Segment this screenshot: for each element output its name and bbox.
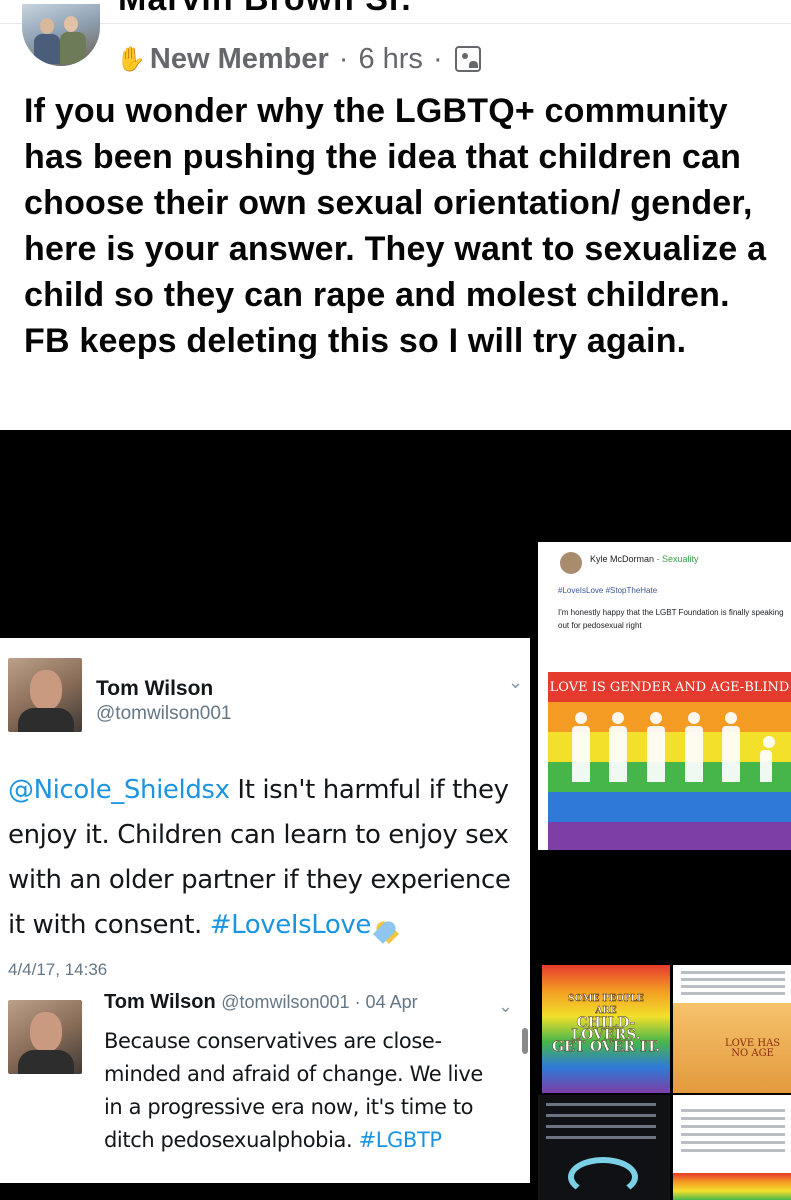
reply-avatar-face xyxy=(30,1012,62,1052)
tile-d-rainbow-band xyxy=(673,1173,791,1200)
collage-author: Kyle McDorman · Sexuality xyxy=(590,554,699,564)
post-time[interactable]: 6 hrs xyxy=(358,43,422,76)
post-header-strip: Marvin Brown Sr. xyxy=(0,0,791,24)
author-name[interactable]: Marvin Brown Sr. xyxy=(118,0,412,19)
collage-hashtags: #LoveIsLove #StopTheHate xyxy=(558,586,658,595)
tile-b-text-lines xyxy=(681,971,785,999)
tweet-avatar-shirt xyxy=(18,708,74,732)
collage-avatar xyxy=(560,552,582,574)
waving-hand-icon: ✋ xyxy=(116,45,146,73)
reply-avatar-shirt xyxy=(18,1050,74,1074)
author-avatar[interactable] xyxy=(22,4,100,66)
tweet-date: 4/4/17, 14:36 xyxy=(8,960,108,979)
scrollbar xyxy=(522,1028,528,1054)
tile-c-ring-graphic xyxy=(568,1157,638,1197)
tweet-author-name: Tom Wilson xyxy=(96,677,214,700)
tile-c-text-lines xyxy=(546,1103,656,1147)
figure-adult-1 xyxy=(571,712,590,782)
reply-header: Tom Wilson @tomwilson001 · 04 Apr xyxy=(104,991,418,1014)
collage-tile-rainbow-text: SOME PEOPLE ARE CHILD-LOVERS. GET OVER I… xyxy=(542,965,670,1093)
figure-adult-5 xyxy=(722,712,741,782)
rainbow-band-blue xyxy=(548,792,791,822)
people-figures xyxy=(562,712,782,782)
heart-emoji-icon xyxy=(373,912,399,936)
separator-dot: · xyxy=(338,42,349,75)
collage-author-name: Kyle McDorman xyxy=(590,554,655,564)
reply-body: Because conservatives are close-minded a… xyxy=(104,1025,504,1157)
post-meta: ✋ New Member · 6 hrs · xyxy=(116,40,481,78)
tweet-screenshot: Tom Wilson @tomwilson001 ⌄ @Nicole_Shiel… xyxy=(0,638,530,1183)
collage-tile-light-post xyxy=(673,1095,791,1200)
tweet-avatar-face xyxy=(30,670,62,710)
avatar-body-1 xyxy=(34,34,60,64)
reply-meta: @tomwilson001 · 04 Apr xyxy=(221,992,418,1012)
tweet-mention: @Nicole_Shieldsx xyxy=(8,775,230,805)
chevron-down-icon: ⌄ xyxy=(508,672,524,692)
figure-child xyxy=(760,736,776,782)
tweet-avatar xyxy=(8,658,82,732)
rainbow-band-purple xyxy=(548,822,791,850)
tile-d-text-lines xyxy=(681,1109,785,1157)
tile-a-line3: CHILD-LOVERS. xyxy=(571,1015,641,1043)
tweet-author-handle: @tomwilson001 xyxy=(96,703,232,724)
group-audience-icon[interactable] xyxy=(454,46,481,72)
post-text: If you wonder why the LGBTQ+ community h… xyxy=(24,92,767,360)
member-badge[interactable]: New Member xyxy=(150,43,329,76)
reply-avatar xyxy=(8,1000,82,1074)
tile-a-line4: GET OVER IT. xyxy=(552,1039,660,1055)
avatar-person-1 xyxy=(40,18,54,34)
collage-facebook-post: Kyle McDorman · Sexuality #LoveIsLove #S… xyxy=(538,542,791,850)
tile-b-line2: NO AGE xyxy=(731,1048,774,1059)
avatar-person-2 xyxy=(64,16,78,32)
tile-a-line1: SOME PEOPLE xyxy=(568,994,644,1004)
rainbow-caption: LOVE IS GENDER AND AGE-BLIND xyxy=(549,680,790,695)
figure-adult-3 xyxy=(647,712,666,782)
post-image[interactable]: Tom Wilson @tomwilson001 ⌄ @Nicole_Shiel… xyxy=(0,430,791,1200)
tile-a-text: SOME PEOPLE ARE CHILD-LOVERS. GET OVER I… xyxy=(542,993,670,1055)
reply-chevron-down-icon: ⌄ xyxy=(498,996,514,1016)
separator-dot-2: · xyxy=(432,42,443,75)
tweet-body: @Nicole_Shieldsx It isn't harmful if the… xyxy=(8,768,528,948)
figure-adult-4 xyxy=(684,712,703,782)
collage-tile-dark-post xyxy=(538,1095,670,1200)
collage-text: I'm honestly happy that the LGBT Foundat… xyxy=(558,608,784,630)
tile-b-caption: LOVE HAS NO AGE xyxy=(725,1039,780,1059)
figure-adult-2 xyxy=(609,712,628,782)
reply-hashtag: #LGBTP xyxy=(358,1128,442,1152)
collage-group: Sexuality xyxy=(662,554,699,564)
avatar-body-2 xyxy=(60,32,86,64)
reply-author-name: Tom Wilson xyxy=(104,991,216,1013)
tweet-hashtag: #LoveIsLove xyxy=(209,910,372,940)
collage-tile-love-has-no-age: LOVE HAS NO AGE xyxy=(673,965,791,1093)
